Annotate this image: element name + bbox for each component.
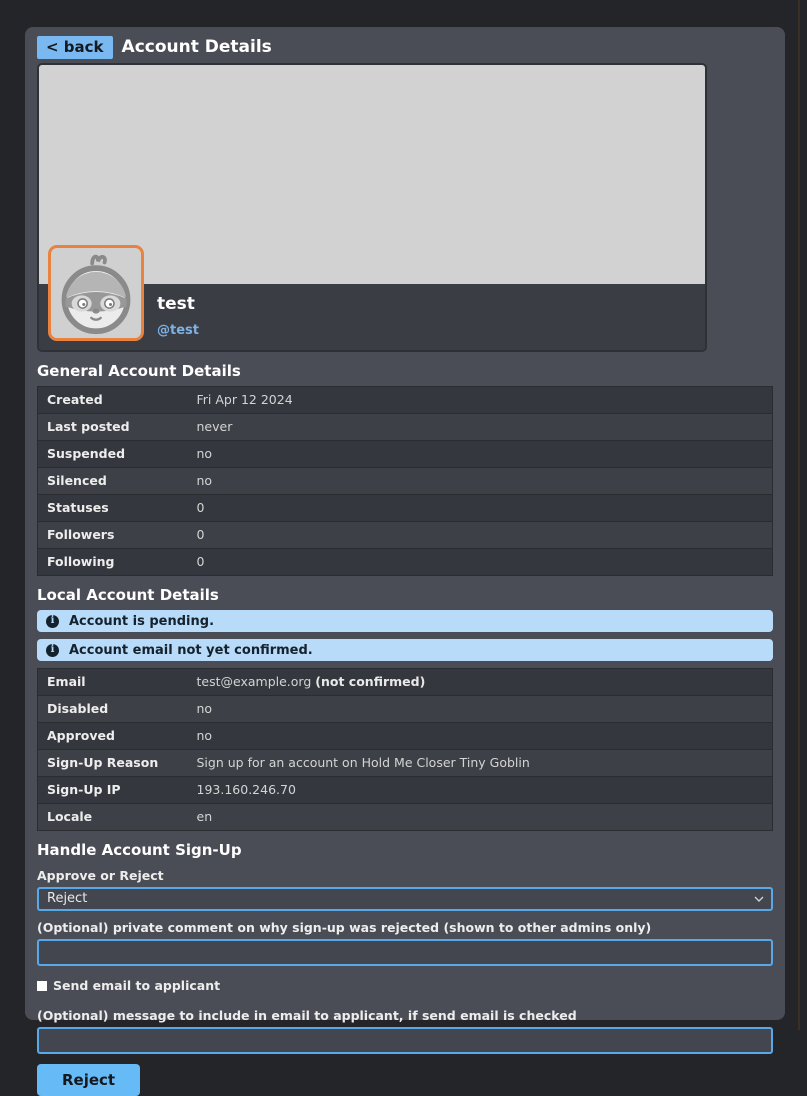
table-row: Silencedno — [38, 468, 773, 495]
table-row: CreatedFri Apr 12 2024 — [38, 387, 773, 414]
approve-reject-select[interactable]: Reject — [37, 887, 773, 911]
table-row: Following0 — [38, 549, 773, 576]
sloth-avatar-icon — [53, 250, 139, 336]
profile-card-bar: test @test — [39, 284, 705, 350]
page-header: < back Account Details — [37, 34, 773, 60]
profile-card: test @test — [37, 63, 707, 352]
table-row: Emailtest@example.org (not confirmed) — [38, 669, 773, 696]
page-title: Account Details — [122, 37, 272, 57]
private-comment-input[interactable] — [37, 939, 773, 966]
table-row: Sign-Up ReasonSign up for an account on … — [38, 750, 773, 777]
send-email-row: Send email to applicant — [37, 978, 773, 993]
table-row: Disabledno — [38, 696, 773, 723]
send-email-checkbox[interactable] — [37, 981, 47, 991]
info-icon: i — [46, 644, 59, 657]
general-section-heading: General Account Details — [37, 362, 773, 380]
banner-text: Account is pending. — [69, 614, 214, 629]
info-icon: i — [46, 615, 59, 628]
approve-reject-select-wrap: Reject — [37, 887, 773, 911]
window-edge-divider — [798, 0, 800, 1030]
table-row: Localeen — [38, 804, 773, 831]
table-row: Sign-Up IP193.160.246.70 — [38, 777, 773, 804]
table-row: Approvedno — [38, 723, 773, 750]
table-row: Suspendedno — [38, 441, 773, 468]
table-row: Followers0 — [38, 522, 773, 549]
reject-submit-button[interactable]: Reject — [37, 1064, 140, 1096]
local-details-table: Emailtest@example.org (not confirmed) Di… — [37, 668, 773, 831]
avatar[interactable] — [48, 245, 144, 341]
table-row: Last postednever — [38, 414, 773, 441]
account-details-panel: < back Account Details — [25, 27, 785, 1020]
private-comment-label: (Optional) private comment on why sign-u… — [37, 920, 773, 935]
send-email-label: Send email to applicant — [53, 978, 220, 993]
profile-names: test @test — [157, 284, 705, 338]
email-unconfirmed-banner: i Account email not yet confirmed. — [37, 639, 773, 661]
account-handle[interactable]: @test — [157, 323, 705, 338]
table-row: Statuses0 — [38, 495, 773, 522]
general-details-table: CreatedFri Apr 12 2024 Last postednever … — [37, 386, 773, 576]
email-value: test@example.org — [197, 674, 316, 689]
signup-section-heading: Handle Account Sign-Up — [37, 841, 773, 859]
banner-text: Account email not yet confirmed. — [69, 643, 313, 658]
display-name: test — [157, 294, 705, 314]
back-button[interactable]: < back — [37, 36, 113, 59]
approve-reject-label: Approve or Reject — [37, 868, 773, 883]
email-message-label: (Optional) message to include in email t… — [37, 1008, 773, 1023]
account-pending-banner: i Account is pending. — [37, 610, 773, 632]
email-message-input[interactable] — [37, 1027, 773, 1054]
local-section-heading: Local Account Details — [37, 586, 773, 604]
email-not-confirmed-flag: (not confirmed) — [315, 674, 425, 689]
